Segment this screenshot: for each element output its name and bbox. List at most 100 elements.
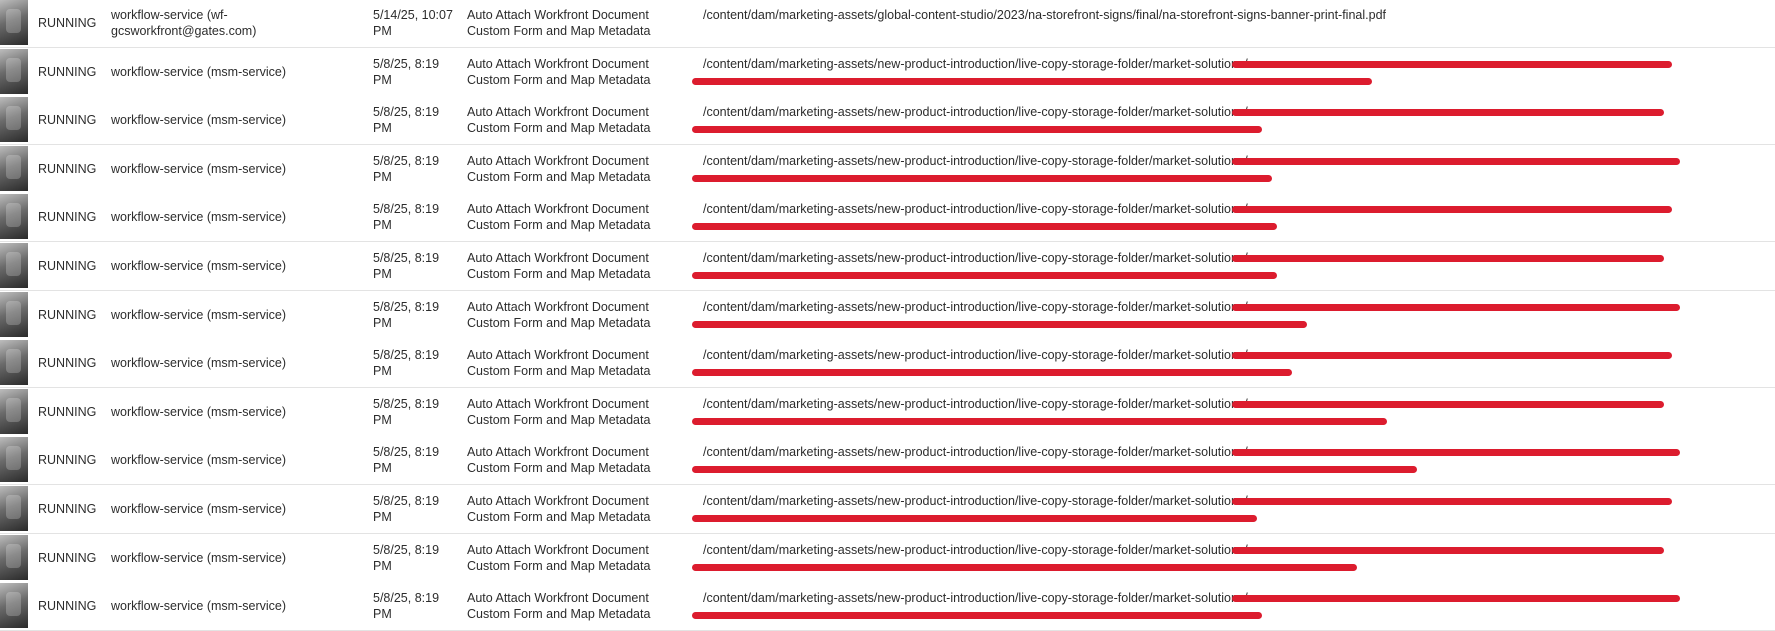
status-cell: RUNNING (38, 64, 97, 79)
redaction-mark (1232, 352, 1672, 360)
redaction-mark (692, 466, 1417, 474)
redaction-mark (692, 612, 1262, 620)
started-cell: 5/8/25, 8:19 PM (373, 251, 440, 281)
status-cell: RUNNING (38, 599, 97, 614)
initiator-cell: workflow-service (msm-service) (111, 550, 287, 565)
asset-thumbnail (0, 243, 28, 288)
workflow-model-cell: Auto Attach Workfront Document Custom Fo… (467, 348, 651, 379)
redaction-mark (1232, 109, 1664, 117)
initiator-cell: workflow-service (msm-service) (111, 404, 287, 419)
table-row[interactable]: RUNNING workflow-service (msm-service) 5/8… (0, 387, 1775, 437)
status-cell: RUNNING (38, 550, 97, 565)
table-row[interactable]: RUNNING workflow-service (msm-service) 5/8… (0, 47, 1775, 97)
workflow-model-cell: Auto Attach Workfront Document Custom Fo… (467, 542, 651, 573)
redaction-mark (1232, 498, 1672, 505)
status-cell: RUNNING (38, 161, 97, 176)
started-cell: 5/8/25, 8:19 PM (373, 348, 440, 379)
redaction-mark (1232, 303, 1680, 311)
redaction-mark (692, 515, 1257, 522)
status-cell: RUNNING (38, 259, 97, 273)
workflow-model-cell: Auto Attach Workfront Document Custom Fo… (467, 56, 651, 87)
table-row[interactable]: RUNNING workflow-service (msm-service) 5/8… (0, 339, 1775, 389)
initiator-cell: workflow-service (msm-service) (111, 161, 287, 176)
started-cell: 5/8/25, 8:19 PM (373, 56, 440, 87)
asset-thumbnail (0, 48, 28, 94)
initiator-cell: workflow-service (msm-service) (111, 259, 287, 273)
started-cell: 5/8/25, 8:19 PM (373, 591, 440, 622)
redaction-mark (692, 369, 1292, 377)
status-cell: RUNNING (38, 210, 97, 225)
initiator-cell: workflow-service (msm-service) (111, 113, 287, 128)
asset-thumbnail (0, 194, 28, 240)
asset-thumbnail (0, 583, 28, 629)
asset-thumbnail (0, 291, 28, 337)
started-cell: 5/8/25, 8:19 PM (373, 542, 440, 573)
started-cell: 5/8/25, 8:19 PM (373, 396, 440, 427)
asset-thumbnail (0, 145, 28, 191)
started-cell: 5/8/25, 8:19 PM (373, 105, 440, 136)
asset-thumbnail (0, 486, 28, 531)
workflow-model-cell: Auto Attach Workfront Document Custom Fo… (467, 251, 651, 281)
status-cell: RUNNING (38, 356, 97, 371)
initiator-cell: workflow-service (wf-gcsworkfront@gates.… (111, 8, 257, 38)
payload-path-cell: /content/dam/marketing-assets/global-con… (703, 8, 1386, 22)
redaction-mark (1232, 206, 1672, 214)
table-row[interactable]: RUNNING workflow-service (msm-service) 5/8… (0, 485, 1775, 534)
started-cell: 5/8/25, 8:19 PM (373, 202, 440, 233)
asset-thumbnail (0, 388, 28, 434)
workflow-model-cell: Auto Attach Workfront Document Custom Fo… (467, 591, 651, 622)
status-cell: RUNNING (38, 404, 97, 419)
redaction-mark (692, 223, 1277, 231)
status-cell: RUNNING (38, 307, 97, 322)
workflow-model-cell: Auto Attach Workfront Document Custom Fo… (467, 299, 651, 330)
initiator-cell: workflow-service (msm-service) (111, 307, 287, 322)
workflow-model-cell: Auto Attach Workfront Document Custom Fo… (467, 153, 651, 184)
initiator-cell: workflow-service (msm-service) (111, 356, 287, 371)
asset-thumbnail (0, 0, 28, 45)
initiator-cell: workflow-service (msm-service) (111, 210, 287, 225)
started-cell: 5/8/25, 8:19 PM (373, 153, 440, 184)
asset-thumbnail (0, 437, 28, 483)
workflow-model-cell: Auto Attach Workfront Document Custom Fo… (467, 105, 651, 136)
redaction-mark (692, 563, 1357, 571)
redaction-mark (1232, 449, 1680, 457)
table-row[interactable]: RUNNING workflow-service (wf-gcsworkfront… (0, 0, 1775, 48)
status-cell: RUNNING (38, 453, 97, 468)
initiator-cell: workflow-service (msm-service) (111, 599, 287, 614)
status-cell: RUNNING (38, 113, 97, 128)
table-row[interactable]: RUNNING workflow-service (msm-service) 5/8… (0, 533, 1775, 583)
table-row[interactable]: RUNNING workflow-service (msm-service) 5/8… (0, 193, 1775, 243)
workflow-model-cell: Auto Attach Workfront Document Custom Fo… (467, 8, 651, 38)
table-row[interactable]: RUNNING workflow-service (msm-service) 5/8… (0, 144, 1775, 194)
workflow-model-cell: Auto Attach Workfront Document Custom Fo… (467, 494, 651, 524)
redaction-mark (692, 417, 1387, 425)
asset-thumbnail (0, 97, 28, 143)
redaction-mark (692, 77, 1372, 85)
table-row[interactable]: RUNNING workflow-service (msm-service) 5/8… (0, 582, 1775, 631)
redaction-mark (692, 126, 1262, 134)
initiator-cell: workflow-service (msm-service) (111, 64, 287, 79)
started-cell: 5/8/25, 8:19 PM (373, 445, 440, 476)
initiator-cell: workflow-service (msm-service) (111, 453, 287, 468)
workflow-model-cell: Auto Attach Workfront Document Custom Fo… (467, 445, 651, 476)
redaction-mark (1232, 595, 1680, 603)
started-cell: 5/14/25, 10:07 PM (373, 8, 453, 38)
redaction-mark (1232, 60, 1672, 68)
asset-thumbnail (0, 340, 28, 386)
asset-thumbnail (0, 534, 28, 580)
redaction-mark (692, 272, 1277, 279)
redaction-mark (1232, 400, 1664, 408)
redaction-mark (1232, 157, 1680, 165)
workflow-model-cell: Auto Attach Workfront Document Custom Fo… (467, 396, 651, 427)
table-row[interactable]: RUNNING workflow-service (msm-service) 5/8… (0, 96, 1775, 146)
redaction-mark (1232, 255, 1664, 262)
workflow-model-cell: Auto Attach Workfront Document Custom Fo… (467, 202, 651, 233)
redaction-mark (692, 174, 1272, 182)
workflow-instances-table: RUNNING workflow-service (wf-gcsworkfront… (0, 0, 1775, 631)
table-row[interactable]: RUNNING workflow-service (msm-service) 5/8… (0, 436, 1775, 486)
started-cell: 5/8/25, 8:19 PM (373, 299, 440, 330)
table-row[interactable]: RUNNING workflow-service (msm-service) 5/8… (0, 242, 1775, 291)
table-row[interactable]: RUNNING workflow-service (msm-service) 5/8… (0, 290, 1775, 340)
initiator-cell: workflow-service (msm-service) (111, 502, 287, 516)
status-cell: RUNNING (38, 502, 97, 516)
